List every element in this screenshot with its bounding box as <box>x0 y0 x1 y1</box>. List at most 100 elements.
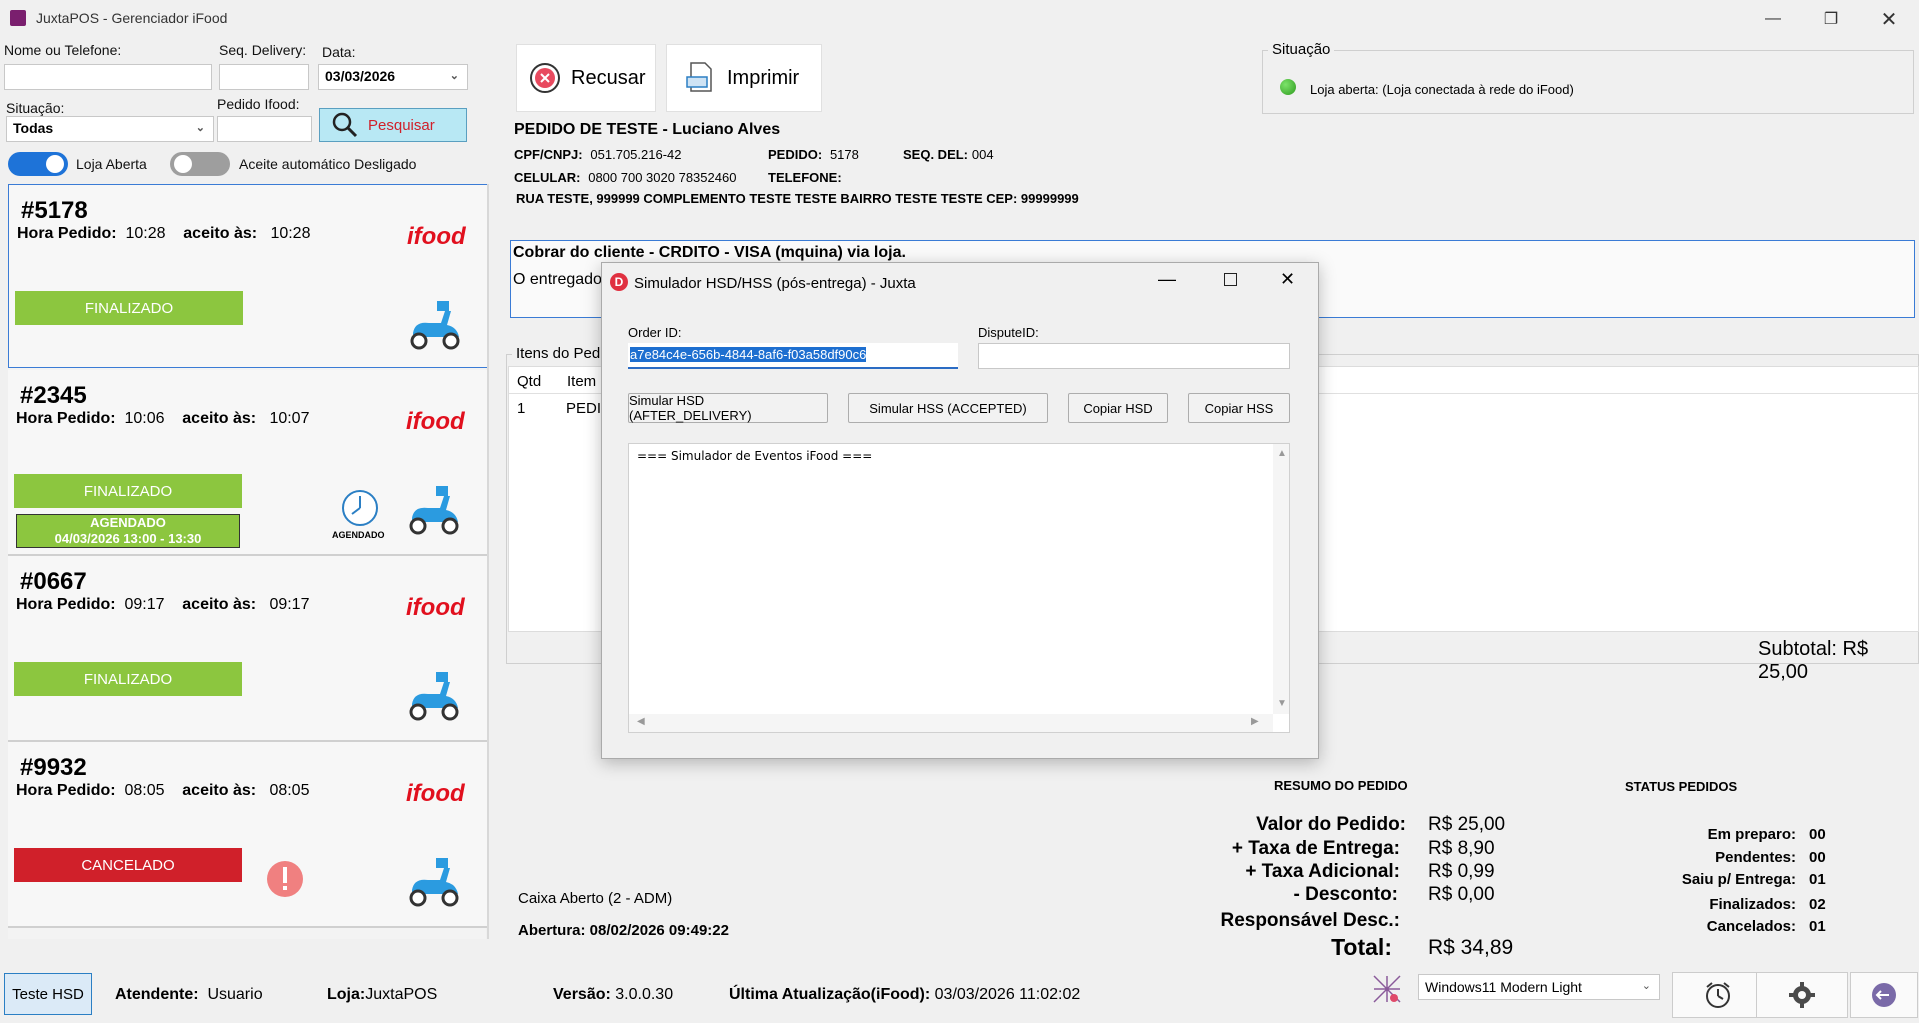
status-pedidos-title: STATUS PEDIDOS <box>1625 779 1738 794</box>
restore-button[interactable]: ❐ <box>1808 4 1854 34</box>
payment-text: Cobrar do cliente - CRDITO - VISA (mquin… <box>513 244 906 261</box>
resumo-label: Responsável Desc.: <box>1220 910 1400 931</box>
pedido-ifood-input[interactable] <box>217 116 312 142</box>
status-value: 00 <box>1809 849 1826 866</box>
orders-list[interactable]: #5178 Hora Pedido: 10:28 aceito às: 10:2… <box>8 184 488 939</box>
search-button-label: Pesquisar <box>368 116 435 134</box>
logout-icon <box>1872 983 1896 1007</box>
footer-atendente: Atendente: Usuario <box>115 986 263 1003</box>
order-times: Hora Pedido: 10:06 aceito às: 10:07 <box>16 410 310 427</box>
orders-scrollbar[interactable] <box>487 184 489 939</box>
aceite-automatico-label: Aceite automático Desligado <box>239 156 417 172</box>
order-detail-seqdel: SEQ. DEL: 004 <box>903 147 994 162</box>
scroll-up-icon[interactable]: ▲ <box>1277 448 1287 459</box>
imprimir-button[interactable]: Imprimir <box>666 44 822 112</box>
gear-icon <box>1789 982 1815 1008</box>
simular-hsd-button[interactable]: Simular HSD (AFTER_DELIVERY) <box>628 393 828 423</box>
search-button[interactable]: Pesquisar <box>319 108 467 142</box>
agendado-icon-label: AGENDADO <box>332 530 385 540</box>
ifood-logo: ifood <box>406 780 465 807</box>
log-vertical-scrollbar[interactable] <box>1273 444 1289 714</box>
situacao-group-title: Situação <box>1268 41 1335 58</box>
log-horizontal-scrollbar[interactable] <box>629 714 1273 732</box>
order-detail-pedido: PEDIDO: 5178 <box>768 147 859 162</box>
order-id-input[interactable]: a7e84c4e-656b-4844-8af6-f03a58df90c6 <box>628 343 958 369</box>
order-id: #0667 <box>20 568 87 595</box>
order-card[interactable]: #2345 Hora Pedido: 10:06 aceito às: 10:0… <box>8 370 488 556</box>
logout-button[interactable] <box>1850 972 1918 1018</box>
settings-button[interactable] <box>1756 972 1848 1018</box>
seq-delivery-label: Seq. Delivery: <box>219 42 307 58</box>
dialog-maximize-button[interactable] <box>1224 273 1237 286</box>
scroll-down-icon[interactable]: ▼ <box>1277 698 1287 709</box>
scroll-left-icon[interactable]: ◀ <box>637 716 645 727</box>
close-button[interactable]: ✕ <box>1866 4 1912 34</box>
chevron-down-icon: ⌄ <box>1641 980 1651 992</box>
chevron-down-icon: ⌄ <box>195 122 205 134</box>
alert-icon <box>267 861 303 897</box>
theme-select[interactable]: Windows11 Modern Light ⌄ <box>1418 974 1660 1000</box>
pedido-ifood-label: Pedido Ifood: <box>217 96 300 112</box>
minimize-button[interactable]: — <box>1750 4 1796 34</box>
date-picker[interactable]: 03/03/2026 ⌄ <box>318 64 468 90</box>
alarm-clock-icon <box>1706 982 1730 1008</box>
seq-delivery-input[interactable] <box>219 64 309 90</box>
order-detail-address: RUA TESTE, 999999 COMPLEMENTO TESTE TEST… <box>516 191 1079 206</box>
order-times: Hora Pedido: 09:17 aceito às: 09:17 <box>16 596 310 613</box>
delivery-note: O entregado <box>513 271 602 288</box>
alarm-button[interactable] <box>1672 972 1764 1018</box>
dispute-id-input[interactable] <box>978 343 1290 369</box>
situacao-select[interactable]: Todas ⌄ <box>6 116 214 142</box>
status-indicator-icon <box>1280 79 1296 95</box>
date-label: Data: <box>322 44 356 60</box>
name-phone-input[interactable] <box>4 64 212 90</box>
copiar-hss-button[interactable]: Copiar HSS <box>1188 393 1290 423</box>
situacao-value: Todas <box>13 120 54 136</box>
status-value: 00 <box>1809 826 1826 843</box>
dialog-minimize-button[interactable]: — <box>1158 269 1176 290</box>
dialog-close-button[interactable]: ✕ <box>1280 269 1295 290</box>
status-label: Pendentes: <box>1715 849 1796 866</box>
order-id: #2345 <box>20 382 87 409</box>
caixa-status: Caixa Aberto (2 - ADM) <box>518 890 673 907</box>
status-value: 01 <box>1809 918 1826 935</box>
recusar-button[interactable]: Recusar <box>516 44 656 112</box>
aceite-automatico-toggle[interactable] <box>170 152 230 176</box>
status-label: Finalizados: <box>1709 896 1796 913</box>
order-status-badge: FINALIZADO <box>15 291 243 325</box>
order-id-label: Order ID: <box>628 325 682 340</box>
resumo-title: RESUMO DO PEDIDO <box>1274 778 1408 793</box>
theme-value: Windows11 Modern Light <box>1425 979 1582 995</box>
reject-icon <box>530 63 560 93</box>
items-header-item: Item <box>567 373 597 390</box>
agendado-title: AGENDADO <box>90 515 166 530</box>
window-title: JuxtaPOS - Gerenciador iFood <box>36 10 228 26</box>
order-card[interactable]: #0667 Hora Pedido: 09:17 aceito às: 09:1… <box>8 556 488 742</box>
delivery-scooter-icon <box>409 858 459 907</box>
order-card[interactable]: #9932 Hora Pedido: 08:05 aceito às: 08:0… <box>8 742 488 928</box>
simular-hss-button[interactable]: Simular HSS (ACCEPTED) <box>848 393 1048 423</box>
copiar-hsd-button[interactable]: Copiar HSD <box>1068 393 1168 423</box>
resumo-total-label: Total: <box>1331 934 1392 960</box>
title-bar: JuxtaPOS - Gerenciador iFood — ❐ ✕ <box>0 0 1919 38</box>
chevron-down-icon: ⌄ <box>449 70 459 82</box>
resumo-label: + Taxa de Entrega: <box>1231 838 1400 859</box>
order-detail-row1: CPF/CNPJ: 051.705.216-42 <box>514 147 682 162</box>
order-card[interactable]: #5178 Hora Pedido: 10:28 aceito às: 10:2… <box>8 184 488 368</box>
agendado-time: 04/03/2026 13:00 - 13:30 <box>54 531 202 546</box>
resumo-value: R$ 25,00 <box>1428 814 1506 835</box>
resumo-value: R$ 0,99 <box>1428 861 1495 882</box>
date-value: 03/03/2026 <box>325 68 396 84</box>
resumo-value: R$ 0,00 <box>1428 884 1495 905</box>
teste-hsd-button[interactable]: Teste HSD <box>4 973 92 1015</box>
status-label: Cancelados: <box>1706 918 1796 935</box>
loja-aberta-toggle[interactable] <box>8 152 68 176</box>
scroll-right-icon[interactable]: ▶ <box>1251 716 1259 727</box>
order-detail-telefone: TELEFONE: <box>768 170 842 185</box>
order-status-badge: CANCELADO <box>14 848 242 882</box>
event-log[interactable]: === Simulador de Eventos iFood === ▲ ▼ ◀… <box>628 443 1290 733</box>
name-phone-label: Nome ou Telefone: <box>4 42 122 58</box>
theme-icon <box>1373 975 1401 1003</box>
resumo-total-value: R$ 34,89 <box>1428 936 1514 959</box>
delivery-scooter-icon <box>409 486 459 535</box>
